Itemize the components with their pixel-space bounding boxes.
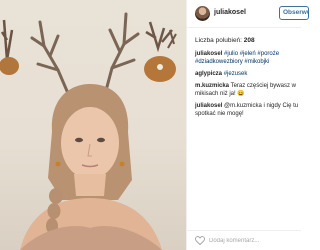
post-details-panel: juliakosel Obserwuj Liczba polubień: 208… [186, 0, 309, 250]
likes-label: Liczba polubień: [195, 37, 242, 44]
heart-icon[interactable] [195, 236, 205, 245]
comment-input[interactable] [209, 235, 295, 246]
avatar[interactable] [195, 6, 210, 21]
comments-list: juliakosel #julio #jeleń #poroże #dziadk… [195, 50, 299, 122]
post-header: juliakosel Obserwuj [187, 0, 309, 28]
comment-username[interactable]: juliakosel [195, 51, 222, 57]
follow-button[interactable]: Obserwuj [279, 6, 309, 20]
comment-item: m.kuzmicka Teraz częściej bywasz w mikis… [195, 82, 299, 98]
post-photo[interactable] [0, 0, 186, 250]
right-trophy [144, 21, 177, 82]
comment-item: juliakosel @m.kuzmicka i nigdy Cię tu sp… [195, 102, 299, 118]
comment-username[interactable]: aglypicza [195, 71, 222, 77]
likes-count[interactable]: Liczba polubień: 208 [195, 37, 255, 44]
comment-item: aglypicza #jezusek [195, 70, 299, 78]
portrait-with-antlers-photo [0, 12, 177, 250]
comment-username[interactable]: m.kuzmicka [195, 83, 229, 89]
add-comment-bar [187, 230, 301, 250]
comment-item: juliakosel #julio #jeleń #poroże #dziadk… [195, 50, 299, 66]
comment-text[interactable]: #jezusek [224, 71, 248, 77]
face [61, 107, 119, 179]
left-trophy [0, 19, 19, 75]
username-link[interactable]: juliakosel [214, 9, 246, 16]
comment-username[interactable]: juliakosel [195, 103, 222, 109]
likes-number: 208 [243, 37, 255, 44]
